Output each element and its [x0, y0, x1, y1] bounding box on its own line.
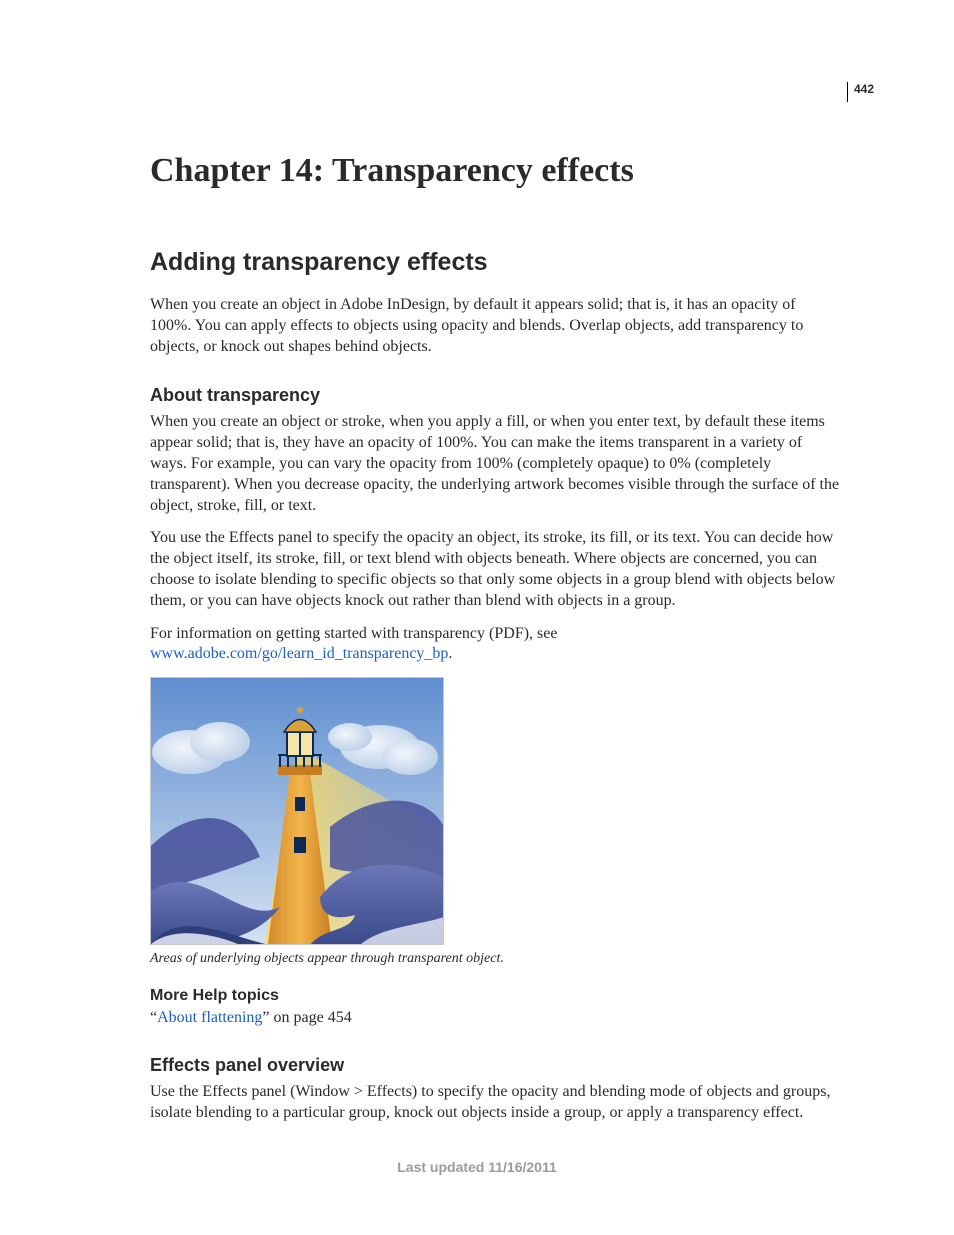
effects-panel-heading: Effects panel overview — [150, 1055, 840, 1076]
about-p3-suffix: . — [448, 645, 452, 662]
about-paragraph-1: When you create an object or stroke, whe… — [150, 412, 840, 516]
chapter-title: Chapter 14: Transparency effects — [150, 152, 840, 190]
help-item-suffix: ” on page 454 — [262, 1009, 351, 1026]
about-flattening-link[interactable]: About flattening — [157, 1009, 262, 1026]
lighthouse-illustration — [150, 677, 444, 945]
page-content: Chapter 14: Transparency effects Adding … — [150, 152, 840, 1136]
transparency-link[interactable]: www.adobe.com/go/learn_id_transparency_b… — [150, 645, 448, 662]
about-heading: About transparency — [150, 385, 840, 406]
page-number: 442 — [854, 82, 874, 96]
lighthouse-figure — [150, 677, 840, 945]
more-help-item: “About flattening” on page 454 — [150, 1009, 840, 1027]
section-title: Adding transparency effects — [150, 248, 840, 277]
more-help-heading: More Help topics — [150, 987, 840, 1005]
about-p3-prefix: For information on getting started with … — [150, 625, 557, 642]
about-paragraph-3: For information on getting started with … — [150, 624, 840, 666]
intro-paragraph: When you create an object in Adobe InDes… — [150, 295, 840, 357]
about-paragraph-2: You use the Effects panel to specify the… — [150, 528, 840, 611]
page-number-rule: 442 — [847, 82, 874, 102]
figure-caption: Areas of underlying objects appear throu… — [150, 951, 840, 967]
effects-panel-paragraph: Use the Effects panel (Window > Effects)… — [150, 1082, 840, 1124]
page-footer: Last updated 11/16/2011 — [0, 1159, 954, 1175]
